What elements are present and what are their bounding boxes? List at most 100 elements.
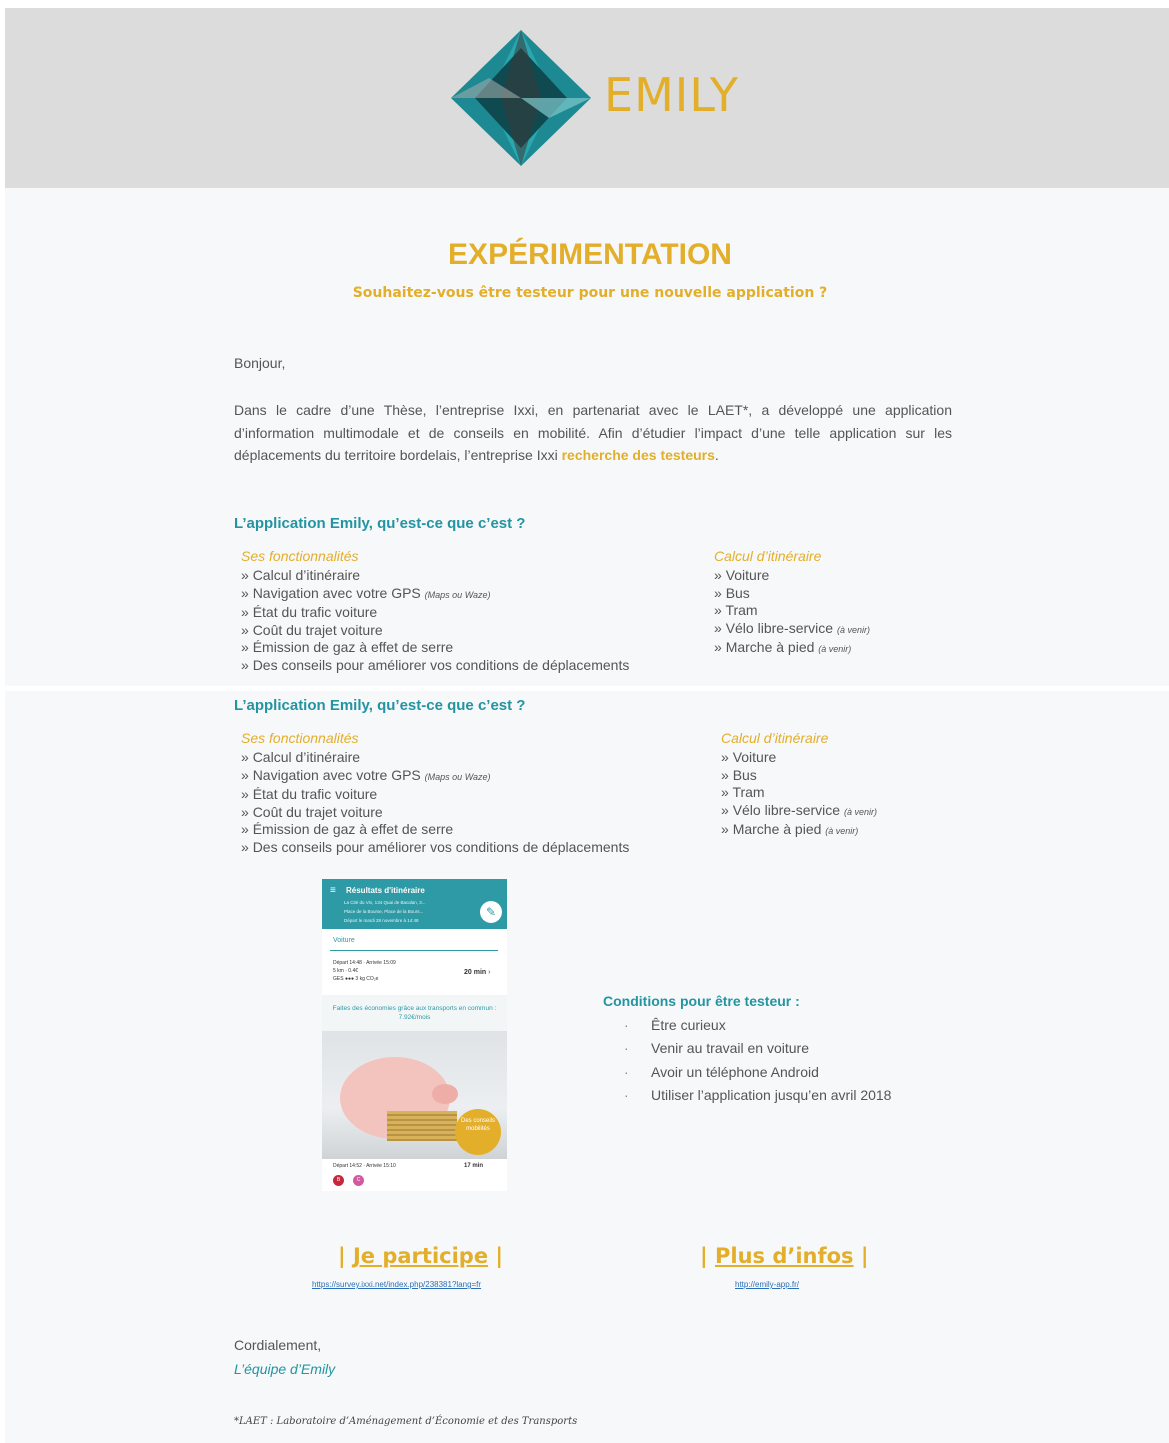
condition-item: · Utiliser l’application jusqu’en avril 2… (624, 1084, 891, 1107)
chevron-right-icon: › (488, 969, 491, 976)
feature-item: » Coût du trajet voiture (241, 804, 629, 822)
feature-item: » Des conseils pour améliorer vos condit… (241, 839, 629, 857)
bullet-icon: » (241, 656, 249, 673)
participate-link[interactable]: Je participe (353, 1244, 488, 1268)
route-distance-cost: 5 km · 0.4€ (333, 968, 359, 974)
route-times: Départ 14:48 · Arrivée 15:09 (333, 960, 396, 966)
feature-item: » Calcul d’itinéraire (241, 749, 629, 767)
piggy-snout (432, 1084, 458, 1104)
feature-item: » Des conseils pour améliorer vos condit… (241, 657, 629, 675)
list-item-label: Navigation avec votre GPS (252, 584, 421, 601)
list-item-label: Marche à pied (732, 821, 822, 838)
cta-bar: | (860, 1244, 869, 1268)
bullet-icon: » (721, 749, 729, 765)
page-title: EXPÉRIMENTATION (448, 238, 732, 271)
intro-highlight: recherche des testeurs (561, 447, 715, 463)
feature-item: » État du trafic voiture (241, 786, 629, 804)
condition-item: · Venir au travail en voiture (624, 1037, 891, 1060)
bullet-icon: » (714, 584, 722, 601)
cta-bar: | (495, 1244, 504, 1268)
bullet-icon: » (241, 766, 249, 783)
promo-text: Faites des économies grâce aux transport… (332, 1005, 497, 1021)
list-item-label: État du trafic voiture (252, 786, 378, 803)
list-item-label: Coût du trajet voiture (252, 803, 383, 820)
list-item-label: Bus (732, 766, 757, 783)
route-item: » Vélo libre-service (à venir) (721, 802, 877, 822)
more-info-url[interactable]: http://emily-app.fr/ (735, 1280, 799, 1289)
list-item-label: Coût du trajet voiture (252, 621, 383, 638)
list-item-note: (à venir) (825, 826, 859, 837)
more-info-button[interactable]: | Plus d’infos | (700, 1244, 869, 1268)
edit-icon: ✎ (480, 901, 502, 923)
routes-list: » Voiture» Bus» Tram» Vélo libre-service… (714, 567, 870, 659)
list-item-label: Vélo libre-service (732, 801, 841, 818)
feature-item: » État du trafic voiture (241, 604, 629, 622)
bullet-icon: » (241, 604, 249, 621)
signature: L’équipe d’Emily (234, 1361, 336, 1377)
page-subtitle: Souhaitez-vous être testeur pour une nou… (352, 285, 828, 301)
bullet-icon: » (721, 784, 729, 801)
conditions-list: · Être curieux · Venir au travail en voitur… (624, 1014, 891, 1107)
route2-times: Départ 14:52 · Arrivée 15:10 (333, 1163, 396, 1169)
bullet-icon: » (241, 621, 249, 638)
bullet-icon: » (714, 567, 722, 583)
destination-address: Place de la Bourse, Place de la Bours... (344, 909, 424, 914)
app-screen-title: Résultats d'itinéraire (346, 886, 425, 895)
route-item: » Voiture (721, 749, 877, 767)
cta-bar: | (700, 1244, 708, 1268)
feature-item: » Coût du trajet voiture (241, 622, 629, 640)
route-item: » Tram (714, 602, 870, 620)
list-item-label: État du trafic voiture (252, 604, 378, 621)
condition-label: Être curieux (651, 1017, 726, 1033)
features-list: » Calcul d’itinéraire» Navigation avec v… (241, 567, 629, 675)
list-item-label: Émission de gaz à effet de serre (252, 821, 454, 838)
list-item-label: Tram (732, 784, 765, 801)
coins-icon (387, 1111, 457, 1141)
list-item-label: Marche à pied (725, 639, 815, 656)
features-heading: Ses fonctionnalités (241, 730, 359, 746)
origin-address: La Cité du Vin, 134 Quai de Bacalan, 3..… (344, 900, 426, 905)
feature-item: » Émission de gaz à effet de serre (241, 639, 629, 657)
route-item: » Voiture (714, 567, 870, 585)
participate-button[interactable]: | Je participe | (338, 1244, 503, 1268)
participate-url[interactable]: https://survey.ixxi.net/index.php/238381… (312, 1280, 481, 1289)
route-item: » Bus (714, 585, 870, 603)
condition-label: Avoir un téléphone Android (651, 1063, 819, 1080)
feature-item: » Navigation avec votre GPS (Maps ou Waz… (241, 585, 629, 605)
bullet-icon: » (721, 821, 729, 838)
bullet-icon: » (714, 619, 722, 636)
routes-heading: Calcul d’itinéraire (714, 548, 822, 564)
list-item-label: Calcul d’itinéraire (252, 749, 361, 765)
section-divider (5, 686, 1169, 691)
list-item-note: (à venir) (836, 624, 870, 635)
bullet-icon: » (714, 602, 722, 619)
intro-paragraph: Dans le cadre d’une Thèse, l’entreprise … (234, 399, 952, 467)
bullet-icon: » (241, 749, 249, 765)
list-item-label: Voiture (725, 567, 770, 583)
tram-line-c-icon: C (353, 1175, 364, 1186)
route-item: » Bus (721, 767, 877, 785)
emily-logo-icon (451, 30, 591, 166)
list-item-note: (Maps ou Waze) (424, 589, 491, 600)
list-item-label: Navigation avec votre GPS (252, 766, 421, 783)
cta-bar: | (338, 1244, 346, 1268)
menu-icon: ≡ (330, 885, 336, 896)
conditions-title: Conditions pour être testeur : (603, 993, 800, 1009)
feature-item: » Navigation avec votre GPS (Maps ou Waz… (241, 767, 629, 787)
list-item-label: Émission de gaz à effet de serre (252, 639, 454, 656)
closing: Cordialement, (234, 1337, 322, 1353)
mode-label: Voiture (333, 937, 355, 944)
bullet-icon: » (721, 801, 729, 818)
condition-item: · Être curieux (624, 1014, 891, 1037)
brand-name: EMILY (604, 68, 739, 122)
route-item: » Marche à pied (à venir) (714, 639, 870, 659)
tips-badge: Des conseils mobilités (455, 1109, 501, 1155)
more-info-link[interactable]: Plus d’infos (715, 1244, 854, 1268)
bullet-icon: · (624, 1017, 629, 1033)
bullet-icon: · (624, 1063, 629, 1080)
list-item-note: (à venir) (843, 806, 877, 817)
list-item-label: Des conseils pour améliorer vos conditio… (252, 656, 630, 673)
bullet-icon: » (241, 803, 249, 820)
bullet-icon: · (624, 1040, 629, 1057)
mode-underline (330, 950, 498, 951)
